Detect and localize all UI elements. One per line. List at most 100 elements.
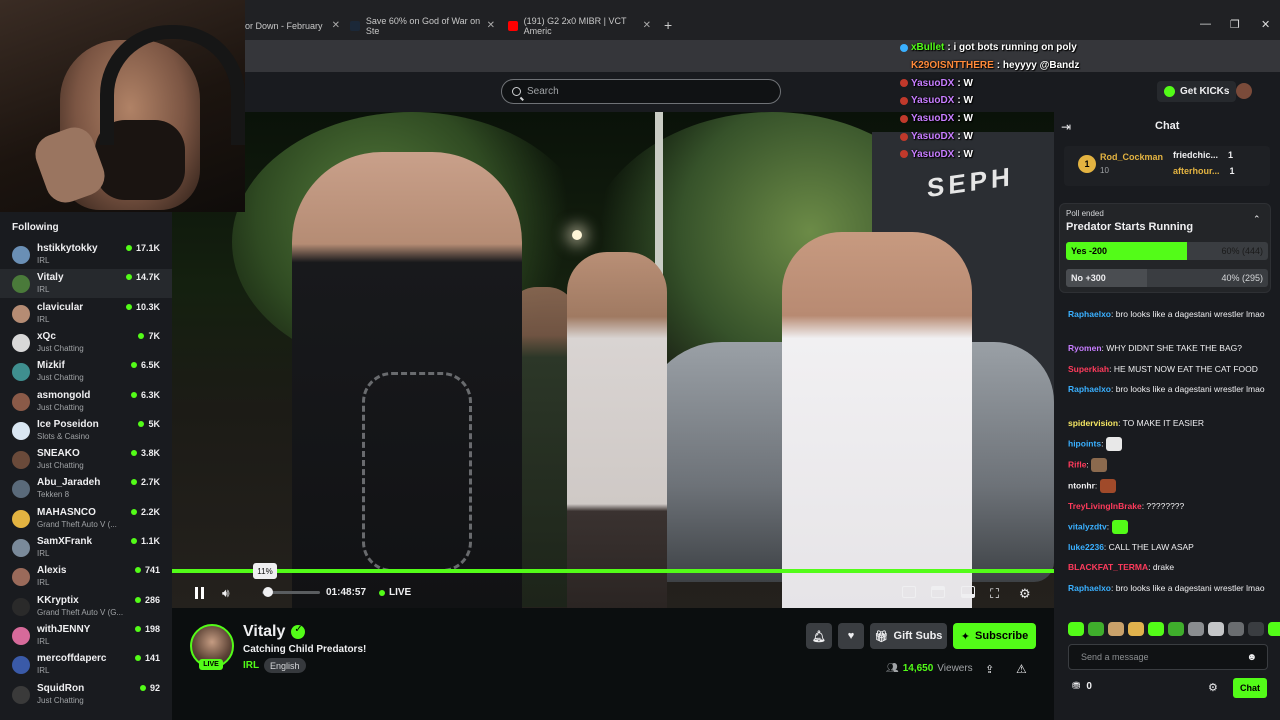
volume-icon[interactable]: 🔊︎ [222,586,230,601]
emote-icon[interactable] [1108,622,1124,636]
settings-gear-icon[interactable]: ⚙ [1019,586,1031,602]
leaderboard-count: 1 [1228,150,1234,160]
emote-icon[interactable] [1068,622,1084,636]
pause-button[interactable] [194,587,205,599]
sidebar-channel[interactable]: asmongold Just Chatting 6.3K [0,387,172,416]
stream-title: Catching Child Predators! [243,644,367,655]
channel-name: Alexis [37,565,67,577]
sidebar-channel[interactable]: SquidRon Just Chatting 92 [0,680,172,709]
pip-icon[interactable] [961,586,975,598]
notification-bell-button[interactable]: 🔔︎ [806,623,832,649]
live-progress-bar[interactable] [172,569,1054,573]
minimize-icon[interactable]: — [1200,18,1211,30]
viewer-count: 👥︎ 14,650 Viewers [886,663,973,674]
leaderboard-entry[interactable]: afterhour... 1 [1173,166,1235,176]
emoji-picker-icon[interactable]: ☻ [1246,652,1257,663]
share-icon[interactable]: ⇪ [985,663,994,676]
chat-username[interactable]: Raphaelxo [1068,384,1111,394]
stream-category[interactable]: IRL [243,660,259,671]
emote-icon[interactable] [1228,622,1244,636]
sidebar-channel[interactable]: SamXFrank IRL 1.1K [0,533,172,562]
chat-username[interactable]: BLACKFAT_TERMA [1068,562,1148,572]
overlay-chat-user: YasuoDX [911,148,955,160]
fullscreen-icon[interactable]: ⛶ [990,586,999,602]
channel-category: IRL [37,285,50,295]
sidebar-channel[interactable]: xQc Just Chatting 7K [0,328,172,357]
overlay-chat-text: : W [957,148,973,160]
collapse-chat-icon[interactable]: ⇥ [1061,120,1071,134]
channel-avatar [12,363,30,382]
sidebar-channel[interactable]: Vitaly IRL 14.7K [0,269,172,299]
send-chat-button[interactable]: Chat [1233,678,1267,698]
chat-username[interactable]: vitalyzdtv [1068,521,1107,531]
maximize-icon[interactable]: ❐ [1230,18,1240,31]
emote-icon[interactable] [1088,622,1104,636]
chat-username[interactable]: Rifle [1068,459,1086,469]
subscribe-label: Subscribe [975,630,1029,642]
live-dot-icon [139,684,146,691]
subscribe-button[interactable]: ✦ Subscribe [953,623,1036,649]
user-avatar[interactable] [1236,83,1252,99]
leaderboard-top-user[interactable]: Rod_Cockman [1100,152,1163,162]
chat-username[interactable]: hipoints [1068,438,1101,448]
sidebar-channel[interactable]: Mizkif Just Chatting 6.5K [0,357,172,386]
report-warning-icon[interactable]: ⚠ [1016,662,1027,676]
sidebar-channel[interactable]: mercoffdaperc IRL 141 [0,650,172,679]
sidebar-channel[interactable]: SNEAKO Just Chatting 3.8K [0,445,172,474]
search-input[interactable]: Search [501,79,781,104]
emote-icon[interactable] [1188,622,1204,636]
channel-viewers: 2.7K [130,477,160,487]
streamer-name[interactable]: Vitaly [243,623,285,641]
channel-category: IRL [37,314,50,324]
get-kicks-button[interactable]: Get KICKs [1157,81,1237,102]
sidebar-channel[interactable]: KKryptix Grand Theft Auto V (G... 286 [0,592,172,621]
theater-mode-icon[interactable] [931,586,945,598]
browser-tab-2[interactable]: Save 60% on God of War on Ste ✕ [350,12,495,40]
channel-name: SamXFrank [37,536,93,547]
chat-username[interactable]: spidervision [1068,418,1118,428]
emote-icon[interactable] [1128,622,1144,636]
channel-viewers: 6.5K [130,360,160,370]
close-tab-icon[interactable]: ✕ [643,20,651,31]
sidebar-channel[interactable]: MAHASNCO Grand Theft Auto V (... 2.2K [0,504,172,533]
gift-subs-button[interactable]: 🎁︎ Gift Subs [870,623,947,649]
language-tag[interactable]: English [264,658,306,673]
chat-username[interactable]: ntonhr [1068,480,1095,490]
chevron-up-icon[interactable]: ⌃ [1253,214,1261,225]
browser-tab-1[interactable]: or Down - February ✕ [245,12,340,40]
chat-username[interactable]: Raphaelxo [1068,583,1111,593]
emote-icon[interactable] [1168,622,1184,636]
chat-message-input[interactable]: Send a message ☻ [1068,644,1268,670]
channel-viewer-count: 141 [144,653,160,664]
follow-heart-button[interactable]: ♥ [838,623,864,649]
chat-username[interactable]: Superkiah [1068,364,1109,374]
emote-icon[interactable] [1248,622,1264,636]
chat-username[interactable]: Ryomen [1068,343,1102,353]
sidebar-channel[interactable]: hstikkytokky IRL 17.1K [0,240,172,269]
miniplayer-icon[interactable] [902,586,916,598]
video-player[interactable]: SEPH [172,112,1054,608]
chat-username[interactable]: TreyLivingInBrake [1068,501,1142,511]
close-tab-icon[interactable]: ✕ [487,20,495,31]
leaderboard-entry[interactable]: friedchic... 1 [1173,150,1233,160]
chat-username[interactable]: Raphaelxo [1068,309,1111,319]
sidebar-channel[interactable]: Abu_Jaradeh Tekken 8 2.7K [0,474,172,503]
sidebar-channel[interactable]: clavicular IRL 10.3K [0,299,172,328]
close-tab-icon[interactable]: ✕ [332,20,340,31]
emote-icon[interactable] [1148,622,1164,636]
browser-tab-3[interactable]: (191) G2 2x0 MIBR | VCT Americ ✕ [508,12,651,40]
close-window-icon[interactable]: ✕ [1261,18,1270,31]
channel-points[interactable]: ⛃ 0 [1072,681,1092,692]
new-tab-button[interactable]: + [664,17,672,33]
sidebar-channel[interactable]: Alexis IRL 741 [0,562,172,591]
emote-icon[interactable] [1208,622,1224,636]
sidebar-channel[interactable]: Ice Poseidon Slots & Casino 5K [0,416,172,445]
chat-username[interactable]: luke2236 [1068,542,1104,552]
overlay-chat-message: K29OISNTTHERE: heyyyy @Bandz [900,60,1079,71]
live-indicator[interactable]: LIVE [379,587,411,598]
live-dot-icon [134,625,141,632]
chat-text: : bro looks like a dagestani wrestler lm… [1111,309,1265,319]
emote-icon[interactable] [1268,622,1280,636]
chat-settings-icon[interactable]: ⚙ [1208,681,1218,694]
sidebar-channel[interactable]: withJENNY IRL 198 [0,621,172,650]
